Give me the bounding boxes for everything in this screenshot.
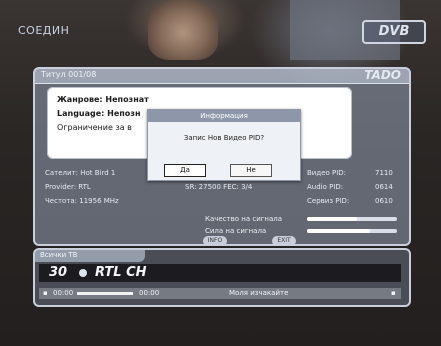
- signal-quality-label: Качество на сигнала: [205, 215, 283, 223]
- panel-header: Титул 001/08 TADO: [35, 68, 409, 84]
- sr-fec-text: SR: 27500 FEC: 3/4: [185, 183, 253, 191]
- video-pid-value: 7110: [375, 169, 393, 177]
- channel-list-label: Всички ТВ: [40, 251, 78, 259]
- signal-strength-fill: [307, 229, 370, 233]
- channel-bar: Всички ТВ 30 RTL CH ▪ 00:00 00:00 Моля и…: [33, 248, 411, 307]
- no-button[interactable]: Не: [230, 164, 272, 177]
- channel-name: RTL CH: [95, 265, 147, 280]
- epg-end-time: 00:00: [139, 289, 160, 297]
- panel-title: Титул 001/08: [41, 70, 97, 79]
- source-label: СОЕДИН: [18, 24, 70, 37]
- audio-pid-value: 0614: [375, 183, 393, 191]
- epg-row: ▪ 00:00 00:00 Моля изчакайте ▪: [39, 288, 401, 299]
- broadcast-logo: DVB: [362, 20, 426, 44]
- video-pid-label: Видео PID:: [307, 169, 347, 177]
- dialog-title: Информация: [148, 110, 300, 122]
- signal-strength-bar: [307, 229, 397, 233]
- service-pid-value: 0610: [375, 197, 393, 205]
- signal-quality-fill: [307, 217, 357, 221]
- channel-line: 30 RTL CH: [39, 264, 401, 282]
- provider-text: Provider: RTL: [45, 183, 91, 191]
- epg-progress: [77, 292, 133, 295]
- epg-end-marker: ▪: [391, 289, 396, 297]
- channel-list-header: Всички ТВ: [35, 250, 145, 262]
- channel-number: 30: [49, 265, 68, 280]
- confirm-dialog: Информация Запис Нов Видео PID? Да Не: [147, 109, 301, 181]
- epg-start-time: 00:00: [53, 289, 74, 297]
- service-pid-label: Сервиз PID:: [307, 197, 350, 205]
- epg-program: Моля изчакайте: [229, 289, 289, 297]
- channel-type-icon: [79, 269, 87, 277]
- satellite-text: Сателит: Hot Bird 1: [45, 169, 116, 177]
- epg-start-marker: ▪: [43, 289, 48, 297]
- signal-strength-label: Сила на сигнала: [205, 227, 267, 235]
- info-button[interactable]: INFO: [203, 236, 227, 246]
- audio-pid-label: Audio PID:: [307, 183, 344, 191]
- restriction-text: Ограничение за в: [57, 123, 132, 132]
- background-person: [148, 0, 218, 60]
- frequency-text: Честота: 11956 MHz: [45, 197, 119, 205]
- dialog-message: Запис Нов Видео PID?: [183, 134, 265, 142]
- signal-quality-bar: [307, 217, 397, 221]
- yes-button[interactable]: Да: [164, 164, 206, 177]
- language-text: Language: Непозн: [57, 109, 141, 118]
- exit-button[interactable]: EXIT: [272, 236, 296, 246]
- genre-text: Жанрове: Непознат: [57, 95, 149, 104]
- panel-logo: TADO: [364, 68, 401, 82]
